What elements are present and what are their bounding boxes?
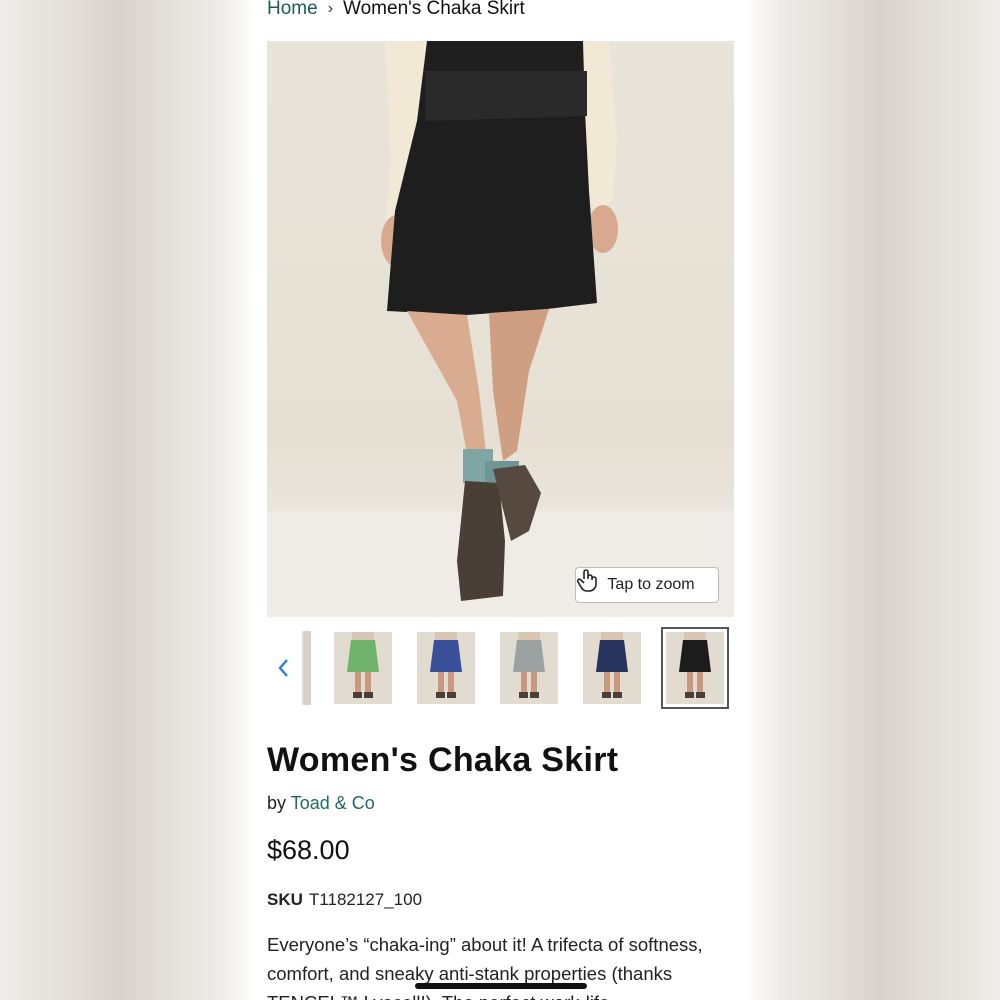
- product-thumbnail[interactable]: [583, 632, 641, 704]
- product-page: Home › Women's Chaka Skirt Tap to zoom W…: [255, 0, 745, 1000]
- breadcrumb-separator: ›: [327, 0, 334, 17]
- product-thumbnail[interactable]: [334, 632, 392, 704]
- product-price: $68.00: [267, 835, 350, 865]
- product-thumbnail[interactable]: [417, 632, 475, 704]
- byline: by Toad & Co: [267, 793, 375, 814]
- sku-value: T1182127_100: [308, 890, 423, 909]
- breadcrumb-current: Women's Chaka Skirt: [343, 0, 525, 19]
- breadcrumb: Home › Women's Chaka Skirt: [267, 0, 525, 24]
- model-illustration: [267, 41, 734, 617]
- by-label: by: [267, 793, 287, 813]
- sku: SKU T1182127_100: [267, 890, 422, 910]
- product-thumbnail[interactable]: [661, 627, 729, 709]
- zoom-label: Tap to zoom: [607, 576, 695, 593]
- thumbnail-strip: [255, 627, 745, 713]
- brand-link[interactable]: Toad & Co: [291, 793, 375, 813]
- chevron-left-icon[interactable]: [269, 651, 297, 685]
- breadcrumb-home-link[interactable]: Home: [267, 0, 318, 20]
- product-thumbnail[interactable]: [500, 632, 558, 704]
- product-description: Everyone’s “chaka-ing” about it! A trife…: [267, 934, 703, 1000]
- home-indicator[interactable]: [415, 983, 587, 989]
- tap-to-zoom-button[interactable]: Tap to zoom: [575, 567, 719, 603]
- thumbnail-partial: [301, 631, 311, 705]
- product-main-image[interactable]: Tap to zoom: [267, 41, 734, 617]
- product-title: Women's Chaka Skirt: [267, 741, 619, 779]
- sku-label: SKU: [267, 890, 303, 909]
